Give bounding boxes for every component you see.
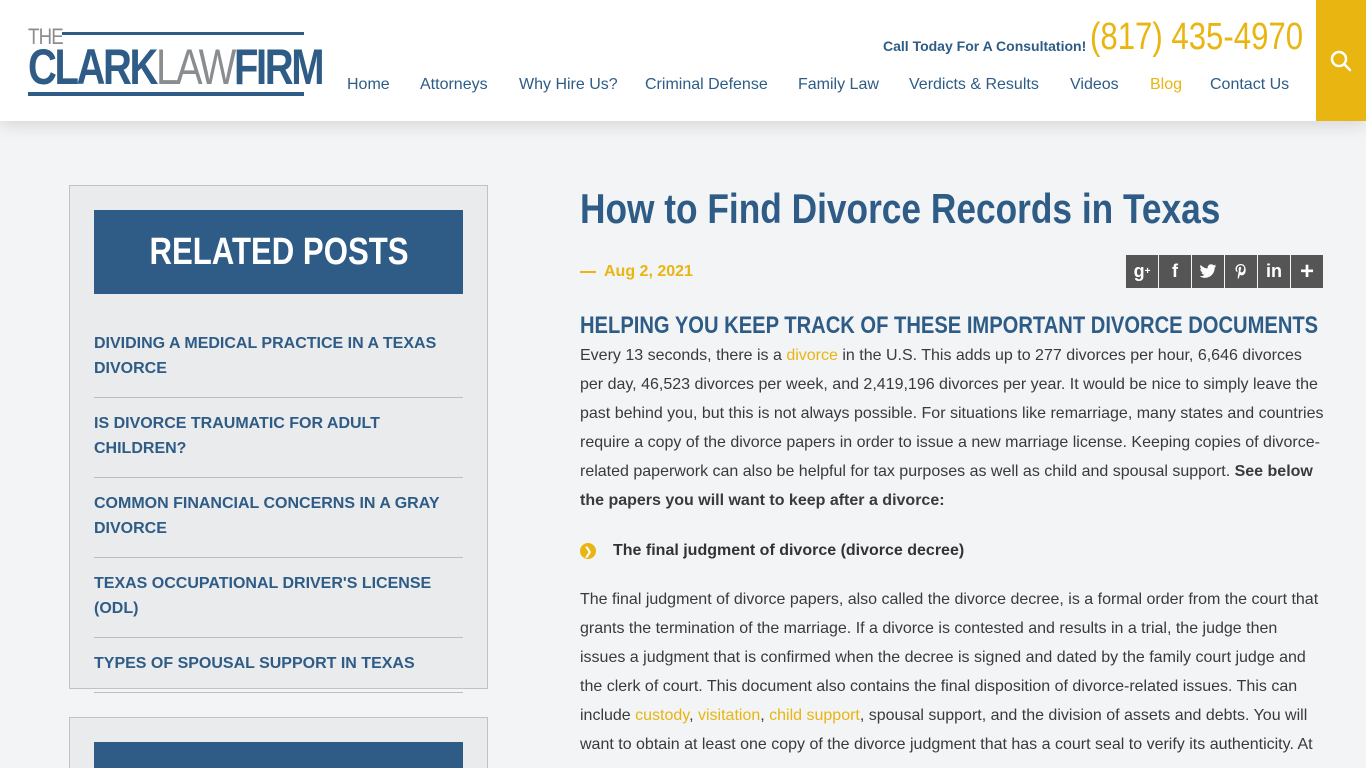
site-header: THE CLARKLAWFIRM Call Today For A Consul… (0, 0, 1366, 121)
share-bar: g + f in + (1126, 255, 1323, 288)
related-post-link[interactable]: COMMON FINANCIAL CONCERNS IN A GRAY DIVO… (94, 478, 463, 558)
consultation-text: Call Today For A Consultation! (883, 38, 1087, 54)
nav-blog[interactable]: Blog (1150, 76, 1182, 94)
related-post-link[interactable]: IS DIVORCE TRAUMATIC FOR ADULT CHILDREN? (94, 398, 463, 478)
nav-family-law[interactable]: Family Law (798, 76, 879, 94)
nav-videos[interactable]: Videos (1070, 76, 1119, 94)
pinterest-icon[interactable] (1225, 255, 1257, 288)
secondary-widget-heading (94, 742, 463, 768)
article-title: How to Find Divorce Records in Texas (580, 185, 1221, 232)
article-meta: Aug 2, 2021 g + f in + (580, 255, 1325, 289)
nav-contact-us[interactable]: Contact Us (1210, 76, 1289, 94)
custody-link[interactable]: custody (635, 707, 689, 724)
visitation-link[interactable]: visitation (698, 707, 760, 724)
divorce-link[interactable]: divorce (786, 347, 838, 364)
related-posts-heading: RELATED POSTS (94, 210, 463, 294)
related-post-link[interactable]: TEXAS OCCUPATIONAL DRIVER'S LICENSE (ODL… (94, 558, 463, 638)
nav-verdicts-results[interactable]: Verdicts & Results (909, 76, 1039, 94)
secondary-widget (69, 717, 488, 768)
search-icon (1330, 50, 1352, 71)
nav-home[interactable]: Home (347, 76, 390, 94)
article-date: Aug 2, 2021 (604, 263, 693, 280)
nav-why-hire-us[interactable]: Why Hire Us? (519, 76, 618, 94)
facebook-icon[interactable]: f (1159, 255, 1191, 288)
related-post-link[interactable]: DIVIDING A MEDICAL PRACTICE IN A TEXAS D… (94, 318, 463, 398)
search-button[interactable] (1316, 0, 1366, 121)
date-dash (580, 271, 596, 273)
article-subheading: HELPING YOU KEEP TRACK OF THESE IMPORTAN… (580, 312, 1319, 339)
blog-article: How to Find Divorce Records in Texas Aug… (580, 185, 1325, 753)
nav-attorneys[interactable]: Attorneys (420, 76, 488, 94)
twitter-icon[interactable] (1192, 255, 1224, 288)
google-plus-icon[interactable]: g + (1126, 255, 1158, 288)
nav-criminal-defense[interactable]: Criminal Defense (645, 76, 768, 94)
linkedin-icon[interactable]: in (1258, 255, 1290, 288)
related-post-link[interactable]: TYPES OF SPOUSAL SUPPORT IN TEXAS (94, 638, 463, 693)
chevron-right-icon: ❯ (580, 543, 596, 559)
main-nav: Home Attorneys Why Hire Us? Criminal Def… (0, 76, 1310, 98)
child-support-link[interactable]: child support (769, 707, 860, 724)
related-posts-widget: RELATED POSTS DIVIDING A MEDICAL PRACTIC… (69, 185, 488, 693)
list-item: ❯ The final judgment of divorce (divorce… (580, 539, 964, 563)
logo-rule-top (62, 32, 304, 35)
article-paragraph-2: The final judgment of divorce papers, al… (580, 591, 1319, 753)
related-posts-list: DIVIDING A MEDICAL PRACTICE IN A TEXAS D… (94, 318, 463, 693)
article-paragraph-1: Every 13 seconds, there is a divorce in … (580, 347, 1324, 509)
plus-icon[interactable]: + (1291, 255, 1323, 288)
phone-number-link[interactable]: (817) 435-4970 (1090, 16, 1303, 59)
